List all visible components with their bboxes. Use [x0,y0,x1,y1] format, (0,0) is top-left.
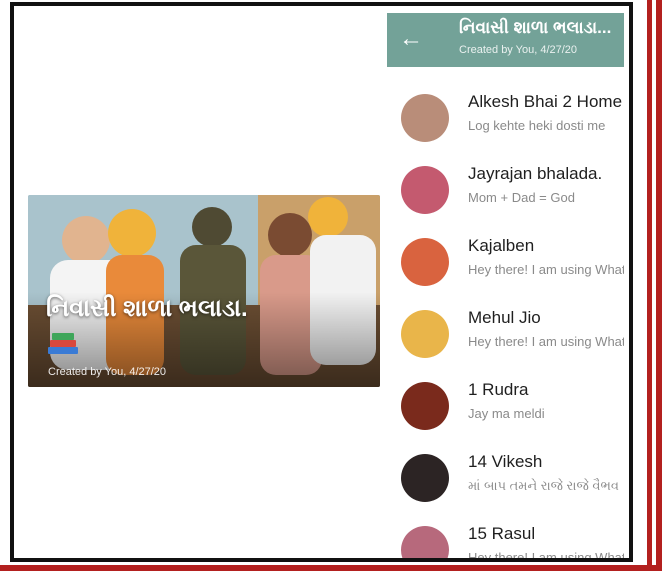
screenshot-frame: નિવાસી શાળા ભલાડા. Created by You, 4/27/… [10,2,633,562]
avatar[interactable] [401,94,449,142]
group-card-created: Created by You, 4/27/20 [48,366,167,378]
contact-name: 1 Rudra [468,380,529,399]
avatar[interactable] [401,166,449,214]
contact-status: Mom + Dad = God [468,190,575,205]
avatar[interactable] [401,310,449,358]
list-item[interactable]: Kajalben Hey there! I am using WhatsApp. [387,233,624,305]
group-card-title: નિવાસી શાળા ભલાડા. [46,295,248,322]
contact-status: Hey there! I am using WhatsApp. [468,550,624,562]
contact-name: Mehul Jio [468,308,541,327]
group-info-panel: ← નિવાસી શાળા ભલાડા... Created by You, 4… [387,13,624,562]
avatar[interactable] [401,238,449,286]
red-border-stripe [647,0,662,571]
group-subtitle: Created by You, 4/27/20 [459,44,578,56]
contact-status: માં બાપ તમને રાજે રાજે વૈભવ [468,478,619,493]
contact-name: 14 Vikesh [468,452,543,471]
contact-status: Hey there! I am using WhatsApp. [468,262,624,277]
contact-name: Alkesh Bhai 2 Home [468,92,623,111]
list-item[interactable]: 1 Rudra Jay ma meldi [387,377,624,449]
books-icon [48,333,78,354]
avatar[interactable] [401,526,449,558]
list-item[interactable]: Mehul Jio Hey there! I am using WhatsApp… [387,305,624,377]
contact-status: Hey there! I am using WhatsApp. [468,334,624,349]
contact-status: Jay ma meldi [468,406,545,421]
list-item[interactable]: 15 Rasul Hey there! I am using WhatsApp. [387,521,624,562]
participant-list: Alkesh Bhai 2 Home Log kehte heki dosti … [387,89,624,562]
list-item[interactable]: 14 Vikesh માં બાપ તમને રાજે રાજે વૈભવ [387,449,624,521]
contact-name: 15 Rasul [468,524,536,543]
group-photo-card[interactable]: નિવાસી શાળા ભલાડા. Created by You, 4/27/… [28,195,380,387]
avatar[interactable] [401,382,449,430]
contact-name: Kajalben [468,236,535,255]
contact-name: Jayrajan bhalada. [468,164,603,183]
group-title[interactable]: નિવાસી શાળા ભલાડા... [459,18,611,38]
back-arrow-icon[interactable]: ← [399,25,423,53]
red-bottom-bar [0,565,662,571]
avatar[interactable] [401,454,449,502]
group-header: ← નિવાસી શાળા ભલાડા... Created by You, 4… [387,13,624,67]
list-item[interactable]: Jayrajan bhalada. Mom + Dad = God [387,161,624,233]
list-item[interactable]: Alkesh Bhai 2 Home Log kehte heki dosti … [387,89,624,161]
contact-status: Log kehte heki dosti me [468,118,606,133]
